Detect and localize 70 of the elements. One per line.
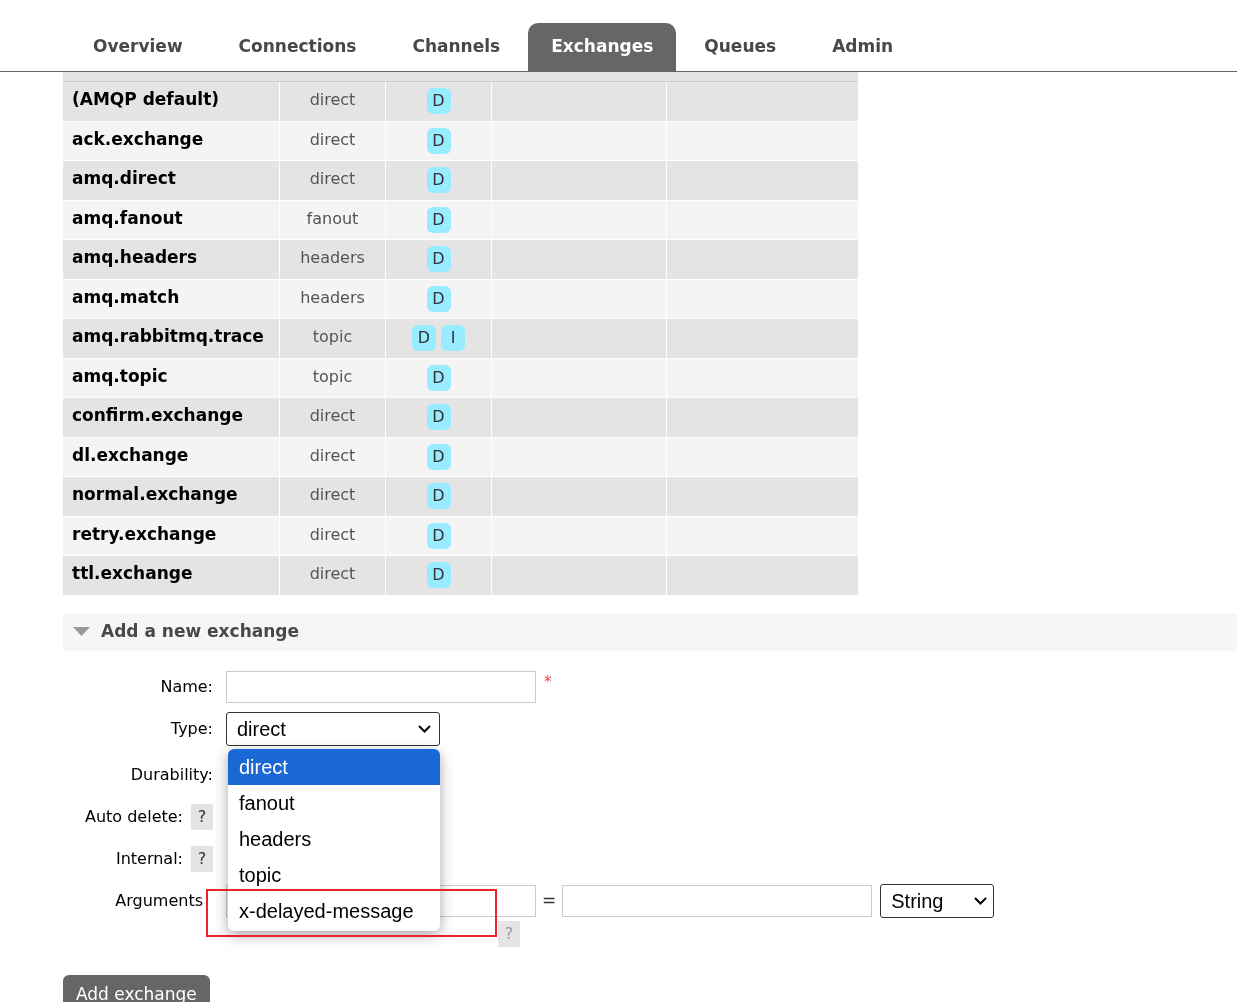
nav-tab[interactable]: Exchanges <box>528 23 677 71</box>
exchange-type: direct <box>309 90 356 109</box>
section-title: Add a new exchange <box>101 620 299 644</box>
feature-badge: D <box>426 246 451 272</box>
help-button[interactable]: ? <box>191 803 213 830</box>
argument-type-select[interactable]: String <box>880 883 995 918</box>
exchange-name-link[interactable]: ttl.exchange <box>72 563 193 583</box>
field-label: Auto delete: <box>84 805 183 828</box>
dropdown-option[interactable]: direct <box>228 749 440 785</box>
exchange-name-link[interactable]: amq.direct <box>72 168 176 188</box>
dropdown-option[interactable]: fanout <box>228 785 440 821</box>
type-select[interactable]: direct <box>226 711 440 746</box>
field-label: Internal: <box>115 847 183 870</box>
exchange-type: headers <box>300 248 365 267</box>
argument-value-field[interactable] <box>562 884 873 917</box>
nav-tab[interactable]: Admin <box>804 23 922 71</box>
field-label: Type: <box>170 717 213 740</box>
field-label: Durability: <box>130 763 213 786</box>
collapse-triangle-icon <box>73 627 90 637</box>
exchange-name-link[interactable]: amq.fanout <box>72 207 183 228</box>
exchange-name-link[interactable]: ack.exchange <box>72 128 204 149</box>
feature-badge: D <box>426 127 451 154</box>
feature-badge: D <box>426 206 451 233</box>
exchange-type: topic <box>312 366 353 386</box>
feature-badge: D <box>426 522 451 549</box>
exchange-type: headers <box>300 287 365 307</box>
feature-badge: D <box>412 325 436 351</box>
help-button[interactable]: ? <box>191 845 213 872</box>
exchange-type: direct <box>309 524 356 544</box>
feature-badge: D <box>426 285 451 312</box>
chevron-down-icon <box>974 896 988 905</box>
exchange-name-link[interactable]: amq.match <box>72 286 180 307</box>
exchange-type: direct <box>309 564 356 583</box>
chevron-down-icon <box>418 724 431 733</box>
nav-tab[interactable]: Queues <box>676 23 805 71</box>
feature-badge: D <box>426 88 451 114</box>
exchange-type: direct <box>309 129 356 149</box>
exchange-name-link[interactable]: (AMQP default) <box>72 89 220 109</box>
feature-badge: D <box>426 443 451 470</box>
nav-tab[interactable]: Connections <box>210 23 385 71</box>
field-label: Name: <box>160 675 213 698</box>
exchange-type: direct <box>309 485 356 504</box>
section-header[interactable]: Add a new exchange <box>63 613 1237 651</box>
exchange-name-link[interactable]: amq.rabbitmq.trace <box>72 326 264 346</box>
feature-badge: D <box>426 167 451 193</box>
required-asterisk: * <box>544 671 552 693</box>
dropdown-option[interactable]: headers <box>228 821 440 857</box>
exchange-name-link[interactable]: amq.headers <box>72 247 198 267</box>
exchange-name-link[interactable]: confirm.exchange <box>72 405 243 425</box>
nav-tab[interactable]: Overview <box>65 23 211 71</box>
name-field[interactable] <box>226 670 536 703</box>
exchange-type: topic <box>312 327 353 346</box>
exchange-name-link[interactable]: dl.exchange <box>72 444 189 465</box>
equals-sign: = <box>542 888 557 912</box>
exchange-type: direct <box>309 169 356 188</box>
feature-badge: D <box>426 404 451 430</box>
exchange-name-link[interactable]: amq.topic <box>72 365 168 386</box>
exchange-type: direct <box>309 406 356 425</box>
exchange-type: direct <box>309 445 356 465</box>
field-label: Arguments <box>115 889 203 912</box>
feature-badge: D <box>426 562 451 588</box>
exchange-type: fanout <box>306 208 359 228</box>
dropdown-option[interactable]: topic <box>228 857 440 893</box>
feature-badge: D <box>426 364 451 391</box>
feature-badge: I <box>441 325 465 351</box>
exchange-name-link[interactable]: retry.exchange <box>72 523 217 544</box>
nav-tab[interactable]: Channels <box>384 23 529 71</box>
feature-badge: D <box>426 483 451 509</box>
exchange-name-link[interactable]: normal.exchange <box>72 484 238 504</box>
dropdown-option[interactable]: x-delayed-message <box>228 893 440 929</box>
